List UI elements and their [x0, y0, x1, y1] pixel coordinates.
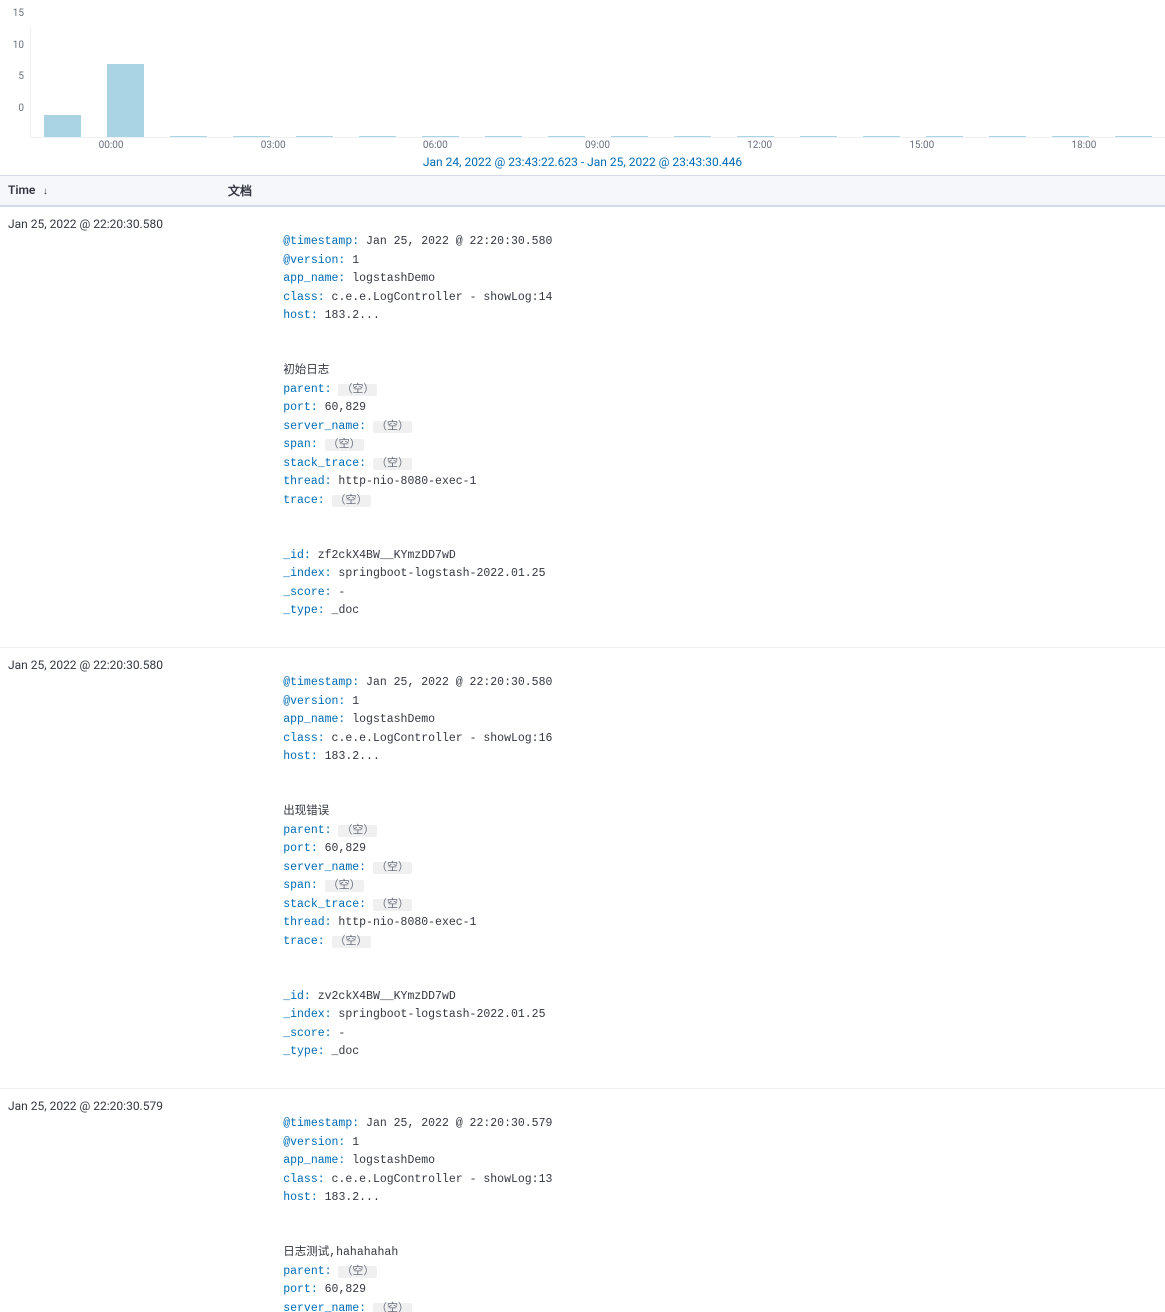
y-axis: 0 5 10 15: [0, 8, 28, 118]
bar-12: [800, 136, 838, 137]
bar-group-10[interactable]: [661, 28, 724, 137]
bar-group-5[interactable]: [346, 28, 409, 137]
log-line-1: 日志测试,hahahahah parent: （空） port: 60,829 …: [228, 1226, 1157, 1312]
log-timestamp[interactable]: Jan 25, 2022 @ 22:20:30.580: [0, 654, 220, 1082]
bar-group-9[interactable]: [598, 28, 661, 137]
bar-group-7[interactable]: [472, 28, 535, 137]
x-label-5: 15:00: [841, 140, 1003, 151]
log-doc: @timestamp: Jan 25, 2022 @ 22:20:30.580 …: [220, 654, 1165, 1082]
bar-10: [674, 136, 712, 137]
bar-group-11[interactable]: [724, 28, 787, 137]
log-line-0: @timestamp: Jan 25, 2022 @ 22:20:30.580 …: [228, 215, 1157, 344]
log-table: Time ↓ 文档 Jan 25, 2022 @ 22:20:30.580 @t…: [0, 176, 1165, 1312]
bar-5: [359, 136, 397, 137]
x-label-4: 12:00: [679, 140, 841, 151]
bar-6: [422, 136, 460, 137]
time-header-label: Time: [8, 183, 35, 197]
col-doc-header: 文档: [228, 182, 1157, 199]
y-label-15: 15: [0, 8, 28, 19]
bar-2: [170, 136, 208, 137]
bar-group-14[interactable]: [913, 28, 976, 137]
time-range[interactable]: Jan 24, 2022 @ 23:43:22.623 - Jan 25, 20…: [0, 151, 1165, 175]
bar-group-12[interactable]: [787, 28, 850, 137]
log-line-2: _id: zv2ckX4BW__KYmzDD7wD _index: spring…: [228, 970, 1157, 1080]
x-label-2: 06:00: [354, 140, 516, 151]
bar-group-2[interactable]: [157, 28, 220, 137]
bar-0: [44, 115, 82, 137]
bar-8: [548, 136, 586, 137]
log-line-1: 初始日志 parent: （空） port: 60,829 server_nam…: [228, 344, 1157, 529]
bar-4: [296, 136, 334, 137]
x-label-3: 09:00: [516, 140, 678, 151]
bar-group-16[interactable]: [1039, 28, 1102, 137]
bar-1: [107, 64, 145, 137]
sort-icon: ↓: [42, 186, 48, 198]
bar-7: [485, 136, 523, 137]
log-line-2: _id: zf2ckX4BW__KYmzDD7wD _index: spring…: [228, 529, 1157, 639]
bar-group-17[interactable]: [1102, 28, 1165, 137]
x-axis: 00:00 03:00 06:00 09:00 12:00 15:00 18:0…: [0, 140, 1165, 151]
bar-group-4[interactable]: [283, 28, 346, 137]
log-doc: @timestamp: Jan 25, 2022 @ 22:20:30.579 …: [220, 1095, 1165, 1312]
bar-group-0[interactable]: [31, 28, 94, 137]
table-header: Time ↓ 文档: [0, 176, 1165, 207]
table-row: Jan 25, 2022 @ 22:20:30.580 @timestamp: …: [0, 648, 1165, 1089]
y-label-5: 5: [0, 71, 28, 82]
bar-group-8[interactable]: [535, 28, 598, 137]
log-line-0: @timestamp: Jan 25, 2022 @ 22:20:30.579 …: [228, 1097, 1157, 1226]
bar-group-13[interactable]: [850, 28, 913, 137]
doc-header-label: 文档: [228, 184, 252, 198]
x-label-1: 03:00: [192, 140, 354, 151]
bar-group-1[interactable]: [94, 28, 157, 137]
col-time-header[interactable]: Time ↓: [8, 183, 228, 198]
bar-13: [863, 136, 901, 137]
x-label-6: 18:00: [1003, 140, 1165, 151]
bar-11: [737, 136, 775, 137]
bar-9: [611, 136, 649, 137]
bar-16: [1052, 136, 1090, 137]
bar-group-6[interactable]: [409, 28, 472, 137]
bar-group-3[interactable]: [220, 28, 283, 137]
table-row: Jan 25, 2022 @ 22:20:30.580 @timestamp: …: [0, 207, 1165, 648]
histogram-chart: 0 5 10 15: [0, 0, 1165, 176]
log-doc: @timestamp: Jan 25, 2022 @ 22:20:30.580 …: [220, 213, 1165, 641]
bar-14: [926, 136, 964, 137]
bar-15: [989, 136, 1027, 137]
log-timestamp[interactable]: Jan 25, 2022 @ 22:20:30.579: [0, 1095, 220, 1312]
log-timestamp[interactable]: Jan 25, 2022 @ 22:20:30.580: [0, 213, 220, 641]
bar-17: [1115, 136, 1153, 137]
y-label-0: 0: [0, 103, 28, 114]
log-line-1: 出现错误 parent: （空） port: 60,829 server_nam…: [228, 785, 1157, 970]
log-line-0: @timestamp: Jan 25, 2022 @ 22:20:30.580 …: [228, 656, 1157, 785]
y-label-10: 10: [0, 40, 28, 51]
bars-area: [30, 28, 1165, 138]
x-label-0: 00:00: [30, 140, 192, 151]
table-row: Jan 25, 2022 @ 22:20:30.579 @timestamp: …: [0, 1089, 1165, 1312]
bar-3: [233, 136, 271, 137]
bar-group-15[interactable]: [976, 28, 1039, 137]
